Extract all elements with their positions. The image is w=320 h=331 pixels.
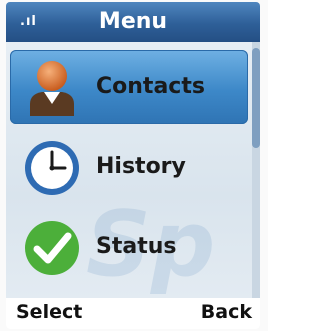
clock-icon: [25, 141, 79, 195]
softkey-bar: Select Back: [6, 298, 260, 329]
scrollbar-thumb[interactable]: [252, 48, 260, 148]
menu-item-label: History: [96, 154, 186, 179]
menu-item-status[interactable]: Status: [10, 210, 248, 284]
phone-screen: .ıl Menu Sp Contacts History Status Sele…: [6, 2, 260, 329]
menu-item-history[interactable]: History: [10, 130, 248, 204]
contacts-icon: [30, 61, 74, 116]
select-softkey[interactable]: Select: [16, 301, 82, 323]
menu-item-label: Contacts: [96, 74, 205, 99]
checkmark-icon: [25, 221, 79, 275]
page-title: Menu: [98, 9, 168, 34]
menu-item-contacts[interactable]: Contacts: [10, 50, 248, 124]
menu-item-label: Status: [96, 234, 177, 259]
menu-list: Sp Contacts History Status: [6, 42, 260, 298]
back-softkey[interactable]: Back: [201, 301, 252, 323]
title-bar: .ıl Menu: [6, 2, 260, 42]
